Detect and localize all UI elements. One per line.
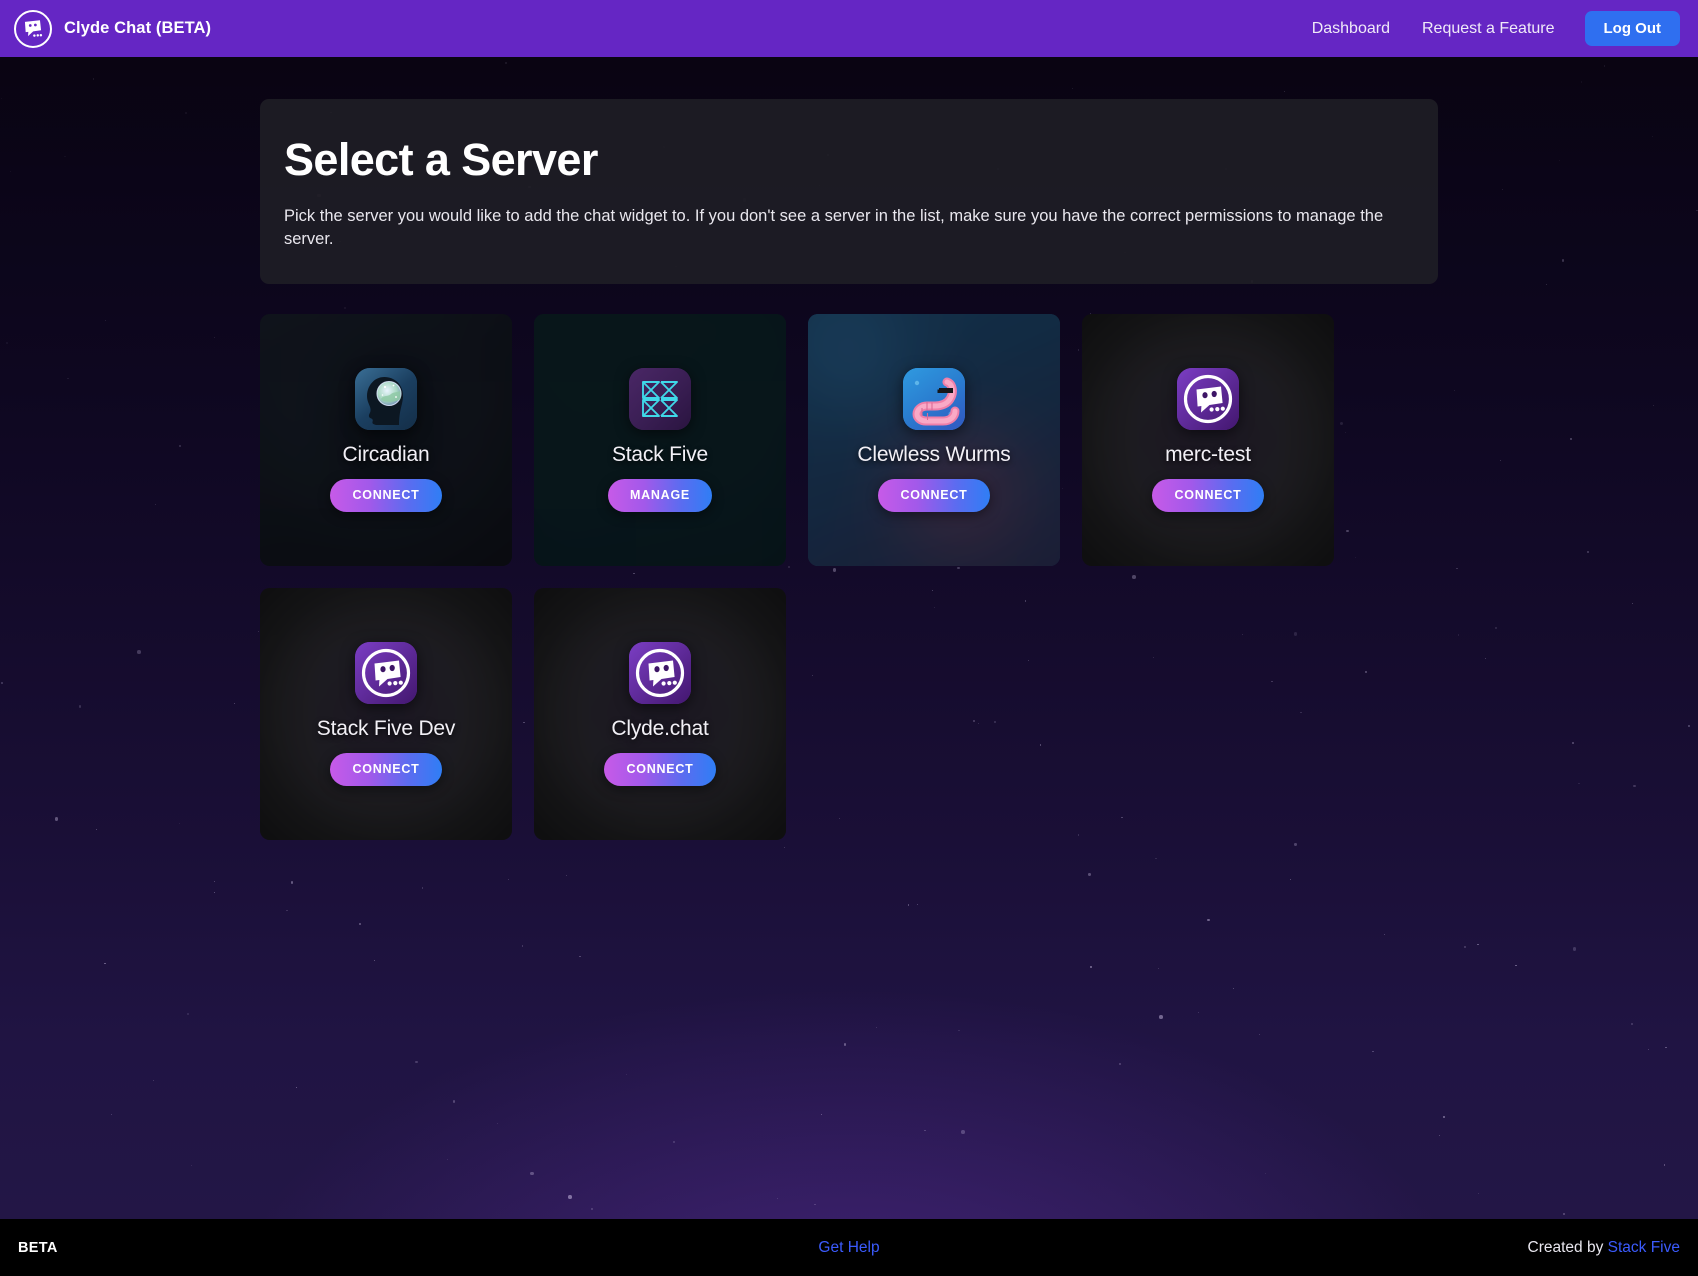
logout-button[interactable]: Log Out — [1584, 11, 1680, 46]
nav-link-dashboard[interactable]: Dashboard — [1296, 12, 1406, 46]
server-icon-stack-five-geometric-icon — [629, 367, 691, 430]
nav-link-request-a-feature[interactable]: Request a Feature — [1406, 12, 1571, 46]
server-card[interactable]: Stack Five MANAGE — [534, 313, 786, 566]
brand-home-link[interactable]: Clyde Chat (BETA) — [14, 9, 212, 48]
footer-beta-badge: BETA — [18, 1239, 58, 1256]
server-card-content: merc-test CONNECT — [1152, 367, 1264, 512]
stack-five-link[interactable]: Stack Five — [1608, 1239, 1680, 1256]
footer-credit-prefix: Created by — [1527, 1238, 1608, 1256]
main-content: Select a Server Pick the server you woul… — [0, 57, 1698, 1219]
server-card[interactable]: Clewless Wurms CONNECT — [808, 313, 1060, 566]
server-name: Stack Five Dev — [316, 716, 456, 740]
server-card-content: Circadian CONNECT — [330, 367, 442, 512]
top-navbar: Clyde Chat (BETA) Dashboard Request a Fe… — [0, 0, 1698, 57]
server-card-content: Clyde.chat CONNECT — [604, 641, 716, 786]
connect-button[interactable]: CONNECT — [604, 752, 716, 786]
server-card-content: Clewless Wurms CONNECT — [857, 367, 1011, 512]
page-title: Select a Server — [284, 134, 598, 185]
server-card[interactable]: Stack Five Dev CONNECT — [260, 587, 512, 840]
footer-credit: Created by Stack Five — [1528, 1239, 1681, 1257]
server-name: Clewless Wurms — [857, 442, 1011, 466]
server-icon-clyde-default-icon — [1177, 367, 1239, 430]
server-card-content: Stack Five MANAGE — [607, 367, 713, 512]
server-icon-clyde-default-icon — [354, 641, 417, 704]
manage-button[interactable]: MANAGE — [607, 478, 713, 512]
get-help-link[interactable]: Get Help — [818, 1239, 879, 1256]
page-subtitle: Pick the server you would like to add th… — [284, 207, 1384, 248]
server-icon-clyde-default-icon — [629, 641, 691, 704]
server-card[interactable]: Clyde.chat CONNECT — [534, 587, 786, 840]
footer-center: Get Help — [0, 1239, 1698, 1257]
page-header-panel: Select a Server Pick the server you woul… — [260, 99, 1438, 284]
server-card[interactable]: merc-test CONNECT — [1082, 313, 1334, 566]
server-grid: Circadian CONNECT Stack Five MANAGE Clewless… — [260, 313, 1438, 840]
connect-button[interactable]: CONNECT — [330, 478, 442, 512]
server-name: Circadian — [342, 442, 430, 466]
server-icon-clewless-wurm-icon — [902, 367, 965, 430]
navbar-right-group: Dashboard Request a Feature Log Out — [1296, 11, 1680, 46]
server-name: Stack Five — [611, 442, 709, 466]
connect-button[interactable]: CONNECT — [878, 478, 990, 512]
clyde-chat-logo-icon — [14, 9, 52, 48]
server-card[interactable]: Circadian CONNECT — [260, 313, 512, 566]
server-name: Clyde.chat — [611, 716, 709, 740]
server-icon-circadian-head-moon-icon — [355, 367, 417, 430]
connect-button[interactable]: CONNECT — [330, 752, 442, 786]
connect-button[interactable]: CONNECT — [1152, 478, 1264, 512]
server-name: merc-test — [1165, 442, 1251, 466]
brand-title: Clyde Chat (BETA) — [64, 19, 212, 37]
page-footer: BETA Get Help Created by Stack Five — [0, 1219, 1698, 1276]
server-card-content: Stack Five Dev CONNECT — [316, 641, 456, 786]
